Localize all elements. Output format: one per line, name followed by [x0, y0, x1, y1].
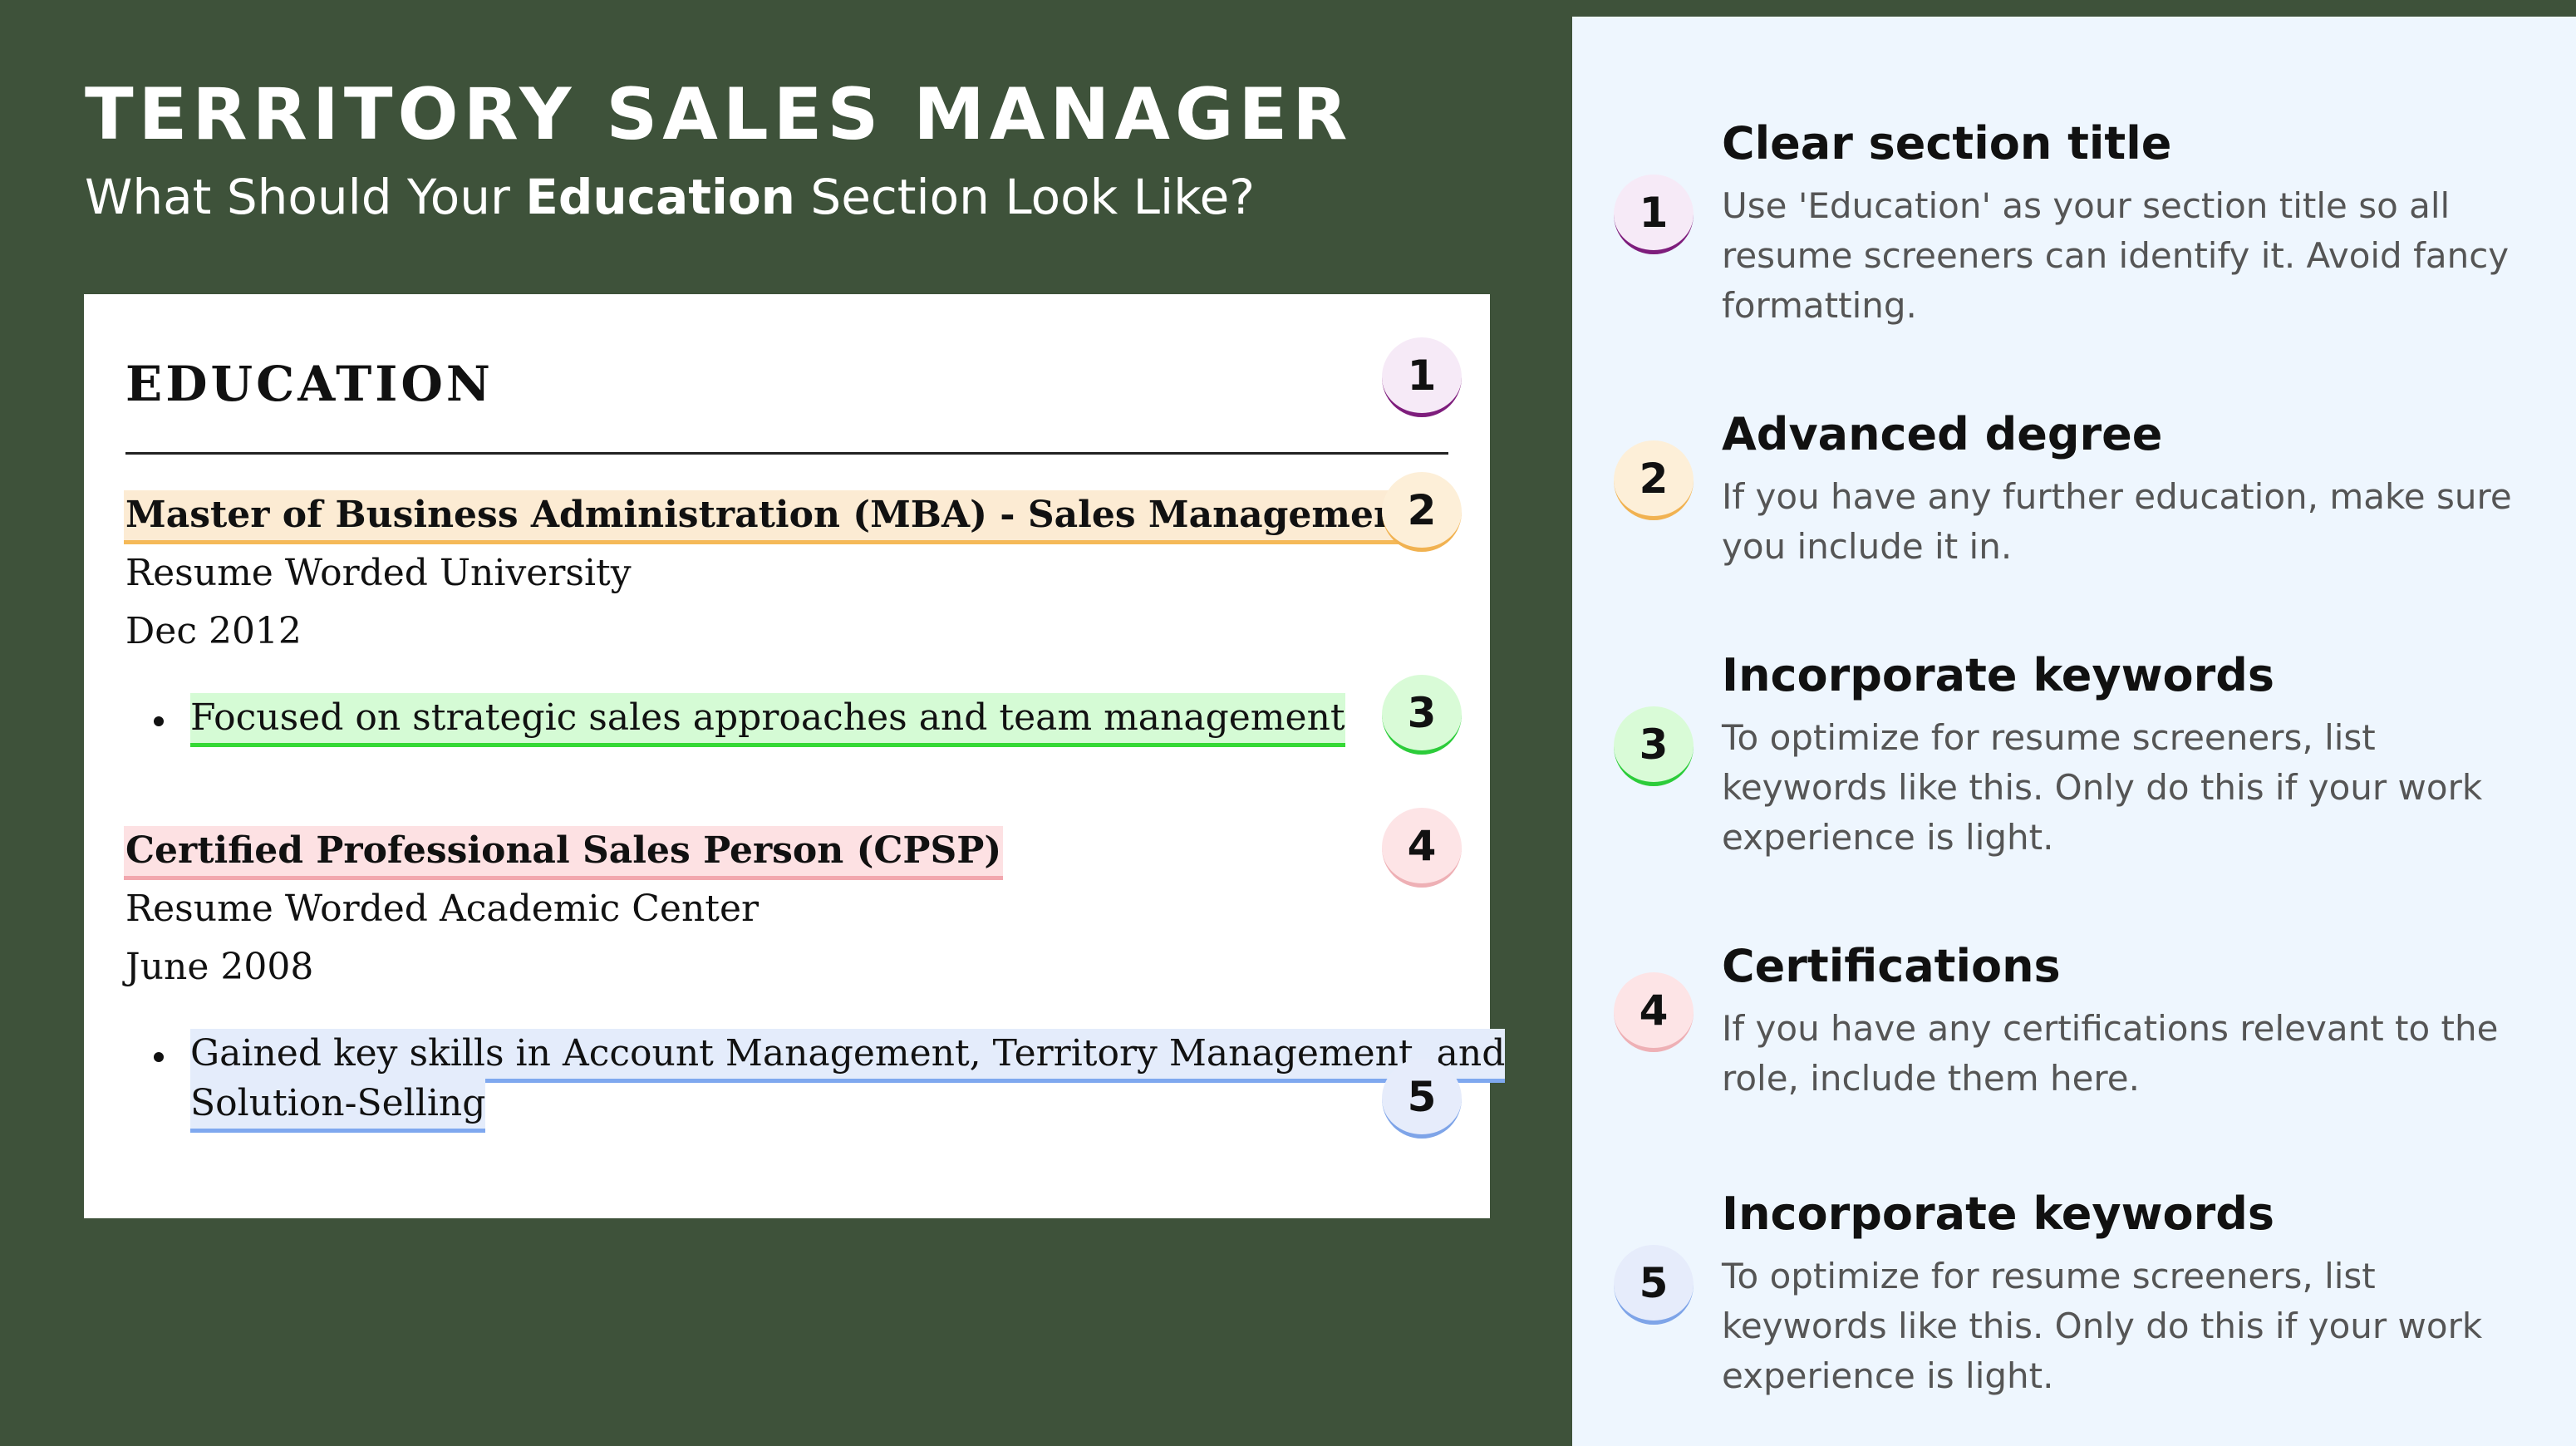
tip-description: If you have any certifications relevant …: [1722, 1008, 2499, 1099]
callout-badge-4: 4: [1382, 808, 1462, 888]
subtitle-emphasis: Education: [525, 169, 795, 225]
degree-title: Master of Business Administration (MBA) …: [124, 490, 1419, 544]
tip-badge-4: 4: [1614, 972, 1694, 1052]
tip-title: Certifications: [1722, 940, 2061, 992]
degree-institution: Resume Worded University: [125, 552, 632, 594]
bullet-marker: [154, 1052, 164, 1062]
tip-badge-2: 2: [1614, 440, 1694, 520]
tip-title: Incorporate keywords: [1722, 1188, 2275, 1240]
tip-title: Clear section title: [1722, 117, 2172, 170]
subtitle-suffix: Section Look Like?: [794, 169, 1256, 225]
certification-bullet-line-2: Solution-Selling: [190, 1079, 486, 1133]
certification-date: June 2008: [125, 946, 314, 988]
tip-description: To optimize for resume screeners, list k…: [1722, 1256, 2483, 1396]
education-section-heading: EDUCATION: [125, 356, 494, 412]
tip-description: Use 'Education' as your section title so…: [1722, 185, 2510, 326]
certification-institution: Resume Worded Academic Center: [125, 888, 760, 930]
bullet-marker: [154, 716, 164, 726]
degree-date: Dec 2012: [125, 610, 302, 652]
page-subtitle: What Should Your Education Section Look …: [85, 163, 1255, 231]
callout-badge-1: 1: [1382, 337, 1462, 417]
tip-title: Advanced degree: [1722, 408, 2163, 460]
callout-badge-5: 5: [1382, 1059, 1462, 1139]
callout-badge-2: 2: [1382, 472, 1462, 552]
callout-badge-3: 3: [1382, 675, 1462, 755]
certification-title: Certified Professional Sales Person (CPS…: [124, 826, 1004, 880]
tip-description: To optimize for resume screeners, list k…: [1722, 717, 2483, 858]
degree-bullet: Focused on strategic sales approaches an…: [190, 693, 1345, 747]
tips-panel: 1 Clear section title Use 'Education' as…: [1572, 17, 2576, 1446]
section-divider: [125, 452, 1448, 455]
tip-badge-3: 3: [1614, 706, 1694, 786]
certification-bullet-line-1: Gained key skills in Account Management,…: [190, 1029, 1506, 1083]
tip-title: Incorporate keywords: [1722, 649, 2275, 701]
resume-education-card: EDUCATION 1 Master of Business Administr…: [84, 294, 1506, 1218]
tip-badge-1: 1: [1614, 175, 1694, 254]
page-title: TERRITORY SALES MANAGER: [85, 73, 1353, 156]
tip-description: If you have any further education, make …: [1722, 476, 2512, 567]
tip-badge-5: 5: [1614, 1245, 1694, 1325]
subtitle-prefix: What Should Your: [85, 169, 526, 225]
